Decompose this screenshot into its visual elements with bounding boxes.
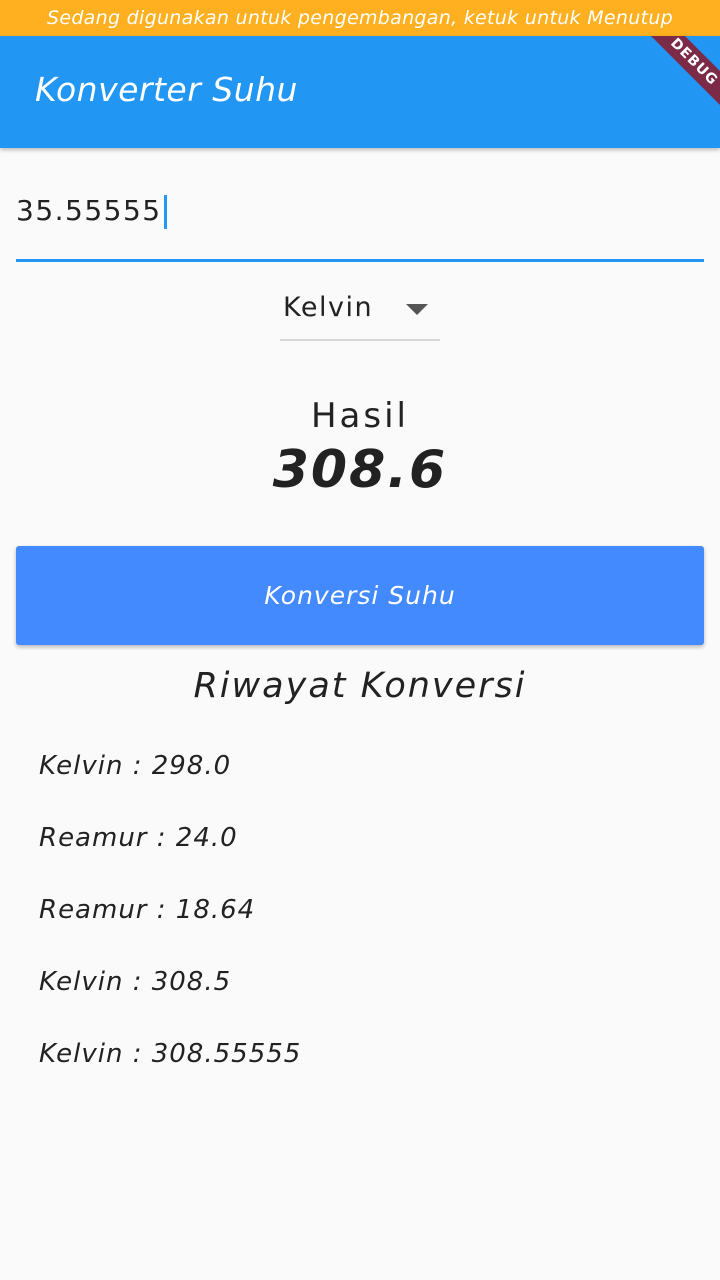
app-bar: Konverter Suhu DEBUG xyxy=(0,36,720,148)
history-item: Kelvin : 298.0 xyxy=(39,751,232,781)
unit-dropdown[interactable]: Kelvin xyxy=(280,284,440,341)
arrow-drop-down-icon xyxy=(406,304,428,315)
text-cursor xyxy=(163,195,167,229)
dev-mode-banner[interactable]: Sedang digunakan untuk pengembangan, ket… xyxy=(0,0,720,36)
convert-button[interactable]: Konversi Suhu xyxy=(16,546,704,645)
convert-button-label: Konversi Suhu xyxy=(264,581,456,610)
history-item: Reamur : 18.64 xyxy=(39,895,256,925)
unit-dropdown-value: Kelvin xyxy=(283,292,374,323)
temperature-input[interactable]: 35.55555 xyxy=(16,190,704,262)
history-item: Reamur : 24.0 xyxy=(39,823,238,853)
history-item: Kelvin : 308.5 xyxy=(39,967,232,997)
history-item: Kelvin : 308.55555 xyxy=(39,1039,302,1069)
result-value: 308.6 xyxy=(272,440,448,500)
app-title: Konverter Suhu xyxy=(35,70,298,109)
result-label: Hasil xyxy=(310,396,409,436)
debug-ribbon: DEBUG xyxy=(636,36,720,120)
dev-mode-banner-text: Sedang digunakan untuk pengembangan, ket… xyxy=(46,7,674,29)
history-list: Kelvin : 298.0 Reamur : 24.0 Reamur : 18… xyxy=(39,746,699,1106)
history-title: Riwayat Konversi xyxy=(193,666,527,706)
temperature-input-value: 35.55555 xyxy=(16,194,167,229)
